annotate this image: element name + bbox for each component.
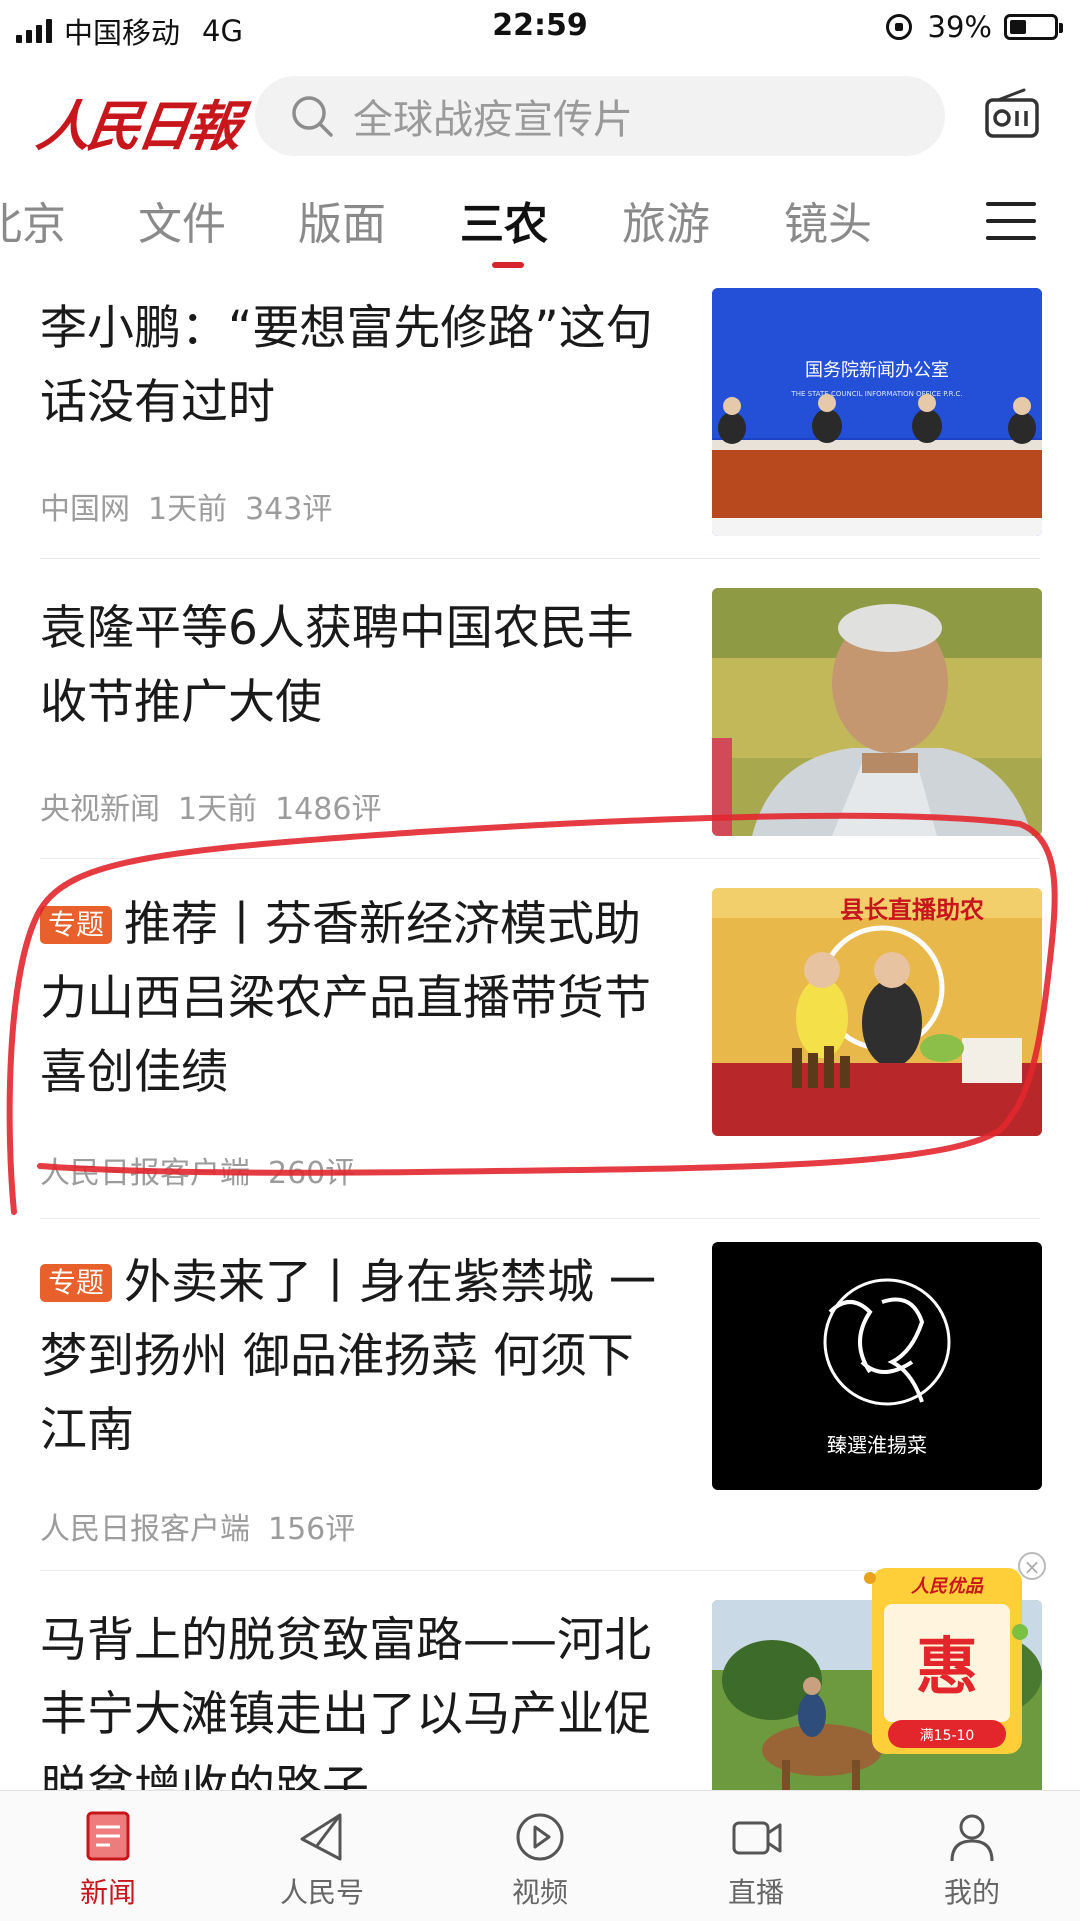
tab-travel[interactable]: 旅游	[622, 188, 710, 252]
news-meta: 中国网 1天前 343评	[40, 484, 350, 528]
promo-sub: 满15-10	[920, 1728, 975, 1744]
user-icon	[950, 1814, 994, 1862]
news-source: 中国网	[40, 492, 130, 527]
nav-label: 视频	[511, 1876, 568, 1909]
nav-label: 直播	[727, 1876, 784, 1909]
search-icon	[292, 96, 333, 137]
news-time: 1天前	[148, 492, 228, 527]
nav-video[interactable]: 视频	[470, 1809, 610, 1911]
search-placeholder: 全球战疫宣传片	[353, 97, 633, 143]
news-item[interactable]: 专题 外卖来了丨身在紫禁城 一梦到扬州 御品淮扬菜 何须下江南 人民日报客户端 15…	[0, 1240, 1080, 1570]
news-meta: 人民日报客户端 156评	[40, 1504, 373, 1548]
battery-fill	[1010, 20, 1027, 34]
tabs-fade	[900, 176, 980, 276]
nav-label: 人民号	[279, 1876, 364, 1909]
news-title[interactable]: 李小鹏：“要想富先修路”这句话没有过时	[40, 292, 680, 440]
topic-badge: 专题	[40, 906, 113, 944]
status-right: 39%	[885, 10, 1063, 44]
rotation-lock-icon	[885, 14, 912, 40]
tab-documents[interactable]: 文件	[138, 188, 226, 252]
news-comments: 343评	[245, 492, 333, 527]
tab-beijing[interactable]: 北京	[0, 188, 66, 252]
active-tab-indicator	[492, 262, 524, 268]
paper-plane-icon	[300, 1813, 342, 1861]
promo-widget[interactable]: 人民优品 惠 满15-10	[862, 1560, 1030, 1760]
news-meta: 人民日报客户端 260评	[40, 1148, 373, 1192]
battery-icon	[1004, 14, 1063, 40]
news-icon	[86, 1811, 130, 1861]
divider	[40, 858, 1040, 859]
news-comments: 1486评	[275, 792, 382, 827]
divider	[40, 558, 1040, 559]
news-title-text: 推荐丨芬香新经济模式助力山西吕梁农产品直播带货节 喜创佳绩	[40, 897, 651, 1100]
news-source: 人民日报客户端	[40, 1512, 250, 1547]
news-item[interactable]: 袁隆平等6人获聘中国农民丰收节推广大使 央视新闻 1天前 1486评	[0, 588, 1080, 858]
news-item[interactable]: 专题 推荐丨芬香新经济模式助力山西吕梁农产品直播带货节 喜创佳绩 人民日报客户端 2…	[0, 888, 1080, 1198]
thumb-caption-en: THE STATE COUNCIL INFORMATION OFFICE P.R…	[790, 390, 962, 398]
news-source: 央视新闻	[40, 792, 160, 827]
tab-lens[interactable]: 镜头	[784, 188, 872, 252]
news-comments: 156评	[268, 1512, 356, 1547]
topic-badge: 专题	[40, 1264, 113, 1302]
app-header: 人民日報 全球战疫宣传片	[0, 64, 1080, 164]
news-thumbnail[interactable]: 县长直播助农	[712, 888, 1042, 1136]
news-title[interactable]: 马背上的脱贫致富路——河北丰宁大滩镇走出了以马产业促脱贫增收的路子	[40, 1604, 680, 1790]
menu-icon[interactable]	[986, 202, 1036, 242]
app-logo[interactable]: 人民日報	[32, 82, 243, 161]
news-comments: 260评	[268, 1156, 356, 1191]
news-title-text: 外卖来了丨身在紫禁城 一梦到扬州 御品淮扬菜 何须下江南	[40, 1255, 656, 1458]
thumb-caption: 臻選淮揚菜	[827, 1433, 927, 1457]
news-title[interactable]: 袁隆平等6人获聘中国农民丰收节推广大使	[40, 592, 680, 740]
news-source: 人民日报客户端	[40, 1156, 250, 1191]
channel-tabs: 北京 文件 版面 三农 旅游 镜头	[0, 176, 1080, 276]
play-icon	[516, 1813, 564, 1861]
video-camera-icon	[732, 1821, 782, 1855]
news-thumbnail[interactable]: 国务院新闻办公室 THE STATE COUNCIL INFORMATION O…	[712, 288, 1042, 536]
news-title[interactable]: 专题 外卖来了丨身在紫禁城 一梦到扬州 御品淮扬菜 何须下江南	[40, 1246, 680, 1468]
nav-news[interactable]: 新闻	[38, 1809, 178, 1911]
status-bar: 中国移动 4G 22:59 39%	[0, 0, 1080, 56]
promo-brand: 人民优品	[911, 1576, 984, 1597]
news-title[interactable]: 专题 推荐丨芬香新经济模式助力山西吕梁农产品直播带货节 喜创佳绩	[40, 888, 680, 1110]
nav-label: 新闻	[79, 1876, 136, 1909]
search-bar[interactable]: 全球战疫宣传片	[255, 76, 945, 156]
thumb-caption: 县长直播助农	[840, 896, 984, 924]
divider	[40, 1218, 1040, 1219]
news-time: 1天前	[178, 792, 258, 827]
news-meta: 央视新闻 1天前 1486评	[40, 784, 399, 828]
nav-me[interactable]: 我的	[902, 1809, 1042, 1911]
battery-percent: 39%	[927, 10, 992, 44]
thumb-caption: 国务院新闻办公室	[805, 360, 949, 381]
nav-label: 我的	[943, 1876, 1000, 1909]
tab-layout[interactable]: 版面	[298, 188, 386, 252]
news-thumbnail[interactable]	[712, 588, 1042, 836]
bottom-nav: 新闻 人民号 视频 直播 我的	[0, 1790, 1080, 1921]
nav-live[interactable]: 直播	[686, 1809, 826, 1911]
tab-agriculture[interactable]: 三农	[460, 188, 548, 252]
nav-people[interactable]: 人民号	[252, 1809, 392, 1911]
radio-icon[interactable]	[984, 88, 1040, 140]
news-thumbnail[interactable]: 臻選淮揚菜	[712, 1242, 1042, 1490]
promo-main: 惠	[916, 1630, 978, 1703]
news-item[interactable]: 李小鹏：“要想富先修路”这句话没有过时 中国网 1天前 343评 国务院新闻办公室 …	[0, 288, 1080, 558]
